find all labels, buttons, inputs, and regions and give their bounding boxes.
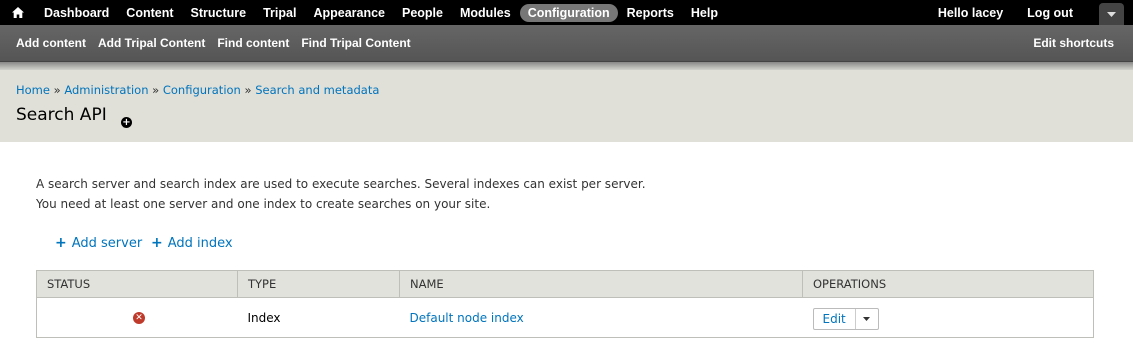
toolbar-item-reports[interactable]: Reports — [619, 4, 682, 22]
table-row: ✕ Index Default node index Edit — [36, 297, 1094, 338]
shortcut-add-icon[interactable]: + — [121, 117, 132, 128]
edit-shortcuts-link[interactable]: Edit shortcuts — [1033, 36, 1114, 50]
toolbar-item-appearance[interactable]: Appearance — [305, 4, 393, 22]
user-name[interactable]: lacey — [972, 6, 1003, 20]
toolbar-item-help[interactable]: Help — [683, 4, 726, 22]
shortcut-find-content[interactable]: Find content — [217, 36, 289, 50]
table-header-row: STATUS TYPE NAME OPERATIONS — [36, 270, 1094, 298]
description-line-1: A search server and search index are use… — [36, 177, 646, 191]
header-status[interactable]: STATUS — [36, 270, 238, 298]
logout-link[interactable]: Log out — [1027, 6, 1073, 20]
toolbar-menu: Dashboard Content Structure Tripal Appea… — [36, 3, 727, 22]
breadcrumb-home[interactable]: Home — [16, 83, 50, 97]
toolbar-item-dashboard[interactable]: Dashboard — [36, 4, 117, 22]
toolbar-item-content[interactable]: Content — [118, 4, 181, 22]
shortcut-add-tripal-content[interactable]: Add Tripal Content — [98, 36, 205, 50]
edit-button[interactable]: Edit — [814, 308, 856, 329]
add-index-label: Add index — [167, 236, 233, 251]
drawer-toggle-icon[interactable] — [1099, 3, 1124, 25]
index-name-link[interactable]: Default node index — [410, 311, 524, 325]
header-name[interactable]: NAME — [399, 270, 803, 298]
breadcrumb-administration[interactable]: Administration — [64, 83, 148, 97]
shortcuts-shadow — [0, 62, 1133, 70]
shortcut-add-content[interactable]: Add content — [16, 36, 86, 50]
page-header: Home » Administration » Configuration » … — [0, 70, 1133, 142]
plus-icon: + — [55, 235, 67, 251]
header-type[interactable]: TYPE — [237, 270, 400, 298]
toolbar-item-people[interactable]: People — [394, 4, 451, 22]
admin-toolbar: Dashboard Content Structure Tripal Appea… — [0, 0, 1133, 25]
greeting-prefix: Hello — [937, 5, 972, 20]
caret-down-icon[interactable] — [856, 309, 878, 329]
toolbar-item-modules[interactable]: Modules — [452, 4, 519, 22]
breadcrumb-separator: » — [244, 83, 252, 97]
add-server-label: Add server — [71, 236, 143, 251]
breadcrumb-configuration[interactable]: Configuration — [163, 83, 241, 97]
error-icon: ✕ — [133, 312, 145, 324]
header-operations: OPERATIONS — [802, 270, 1094, 298]
operations-cell: Edit — [802, 297, 1094, 338]
type-cell: Index — [237, 297, 400, 338]
search-api-table: STATUS TYPE NAME OPERATIONS ✕ Index Defa… — [36, 270, 1094, 338]
status-cell: ✕ — [36, 297, 238, 338]
toolbar-item-structure[interactable]: Structure — [183, 4, 255, 22]
breadcrumb-separator: » — [152, 83, 160, 97]
breadcrumb: Home » Administration » Configuration » … — [16, 83, 379, 97]
operations-dropbutton: Edit — [812, 307, 879, 330]
add-index-link[interactable]: + Add index — [151, 235, 233, 251]
toolbar-item-tripal[interactable]: Tripal — [255, 4, 304, 22]
breadcrumb-search-metadata[interactable]: Search and metadata — [255, 83, 379, 97]
page-title: Search API — [16, 105, 107, 125]
home-icon[interactable] — [0, 7, 36, 18]
name-cell: Default node index — [399, 297, 803, 338]
plus-icon: + — [151, 235, 163, 251]
shortcuts-bar: Add content Add Tripal Content Find cont… — [0, 25, 1133, 62]
add-server-link[interactable]: + Add server — [55, 235, 142, 251]
shortcut-find-tripal-content[interactable]: Find Tripal Content — [301, 36, 410, 50]
toolbar-item-configuration[interactable]: Configuration — [519, 3, 618, 22]
user-greeting: Hello lacey — [938, 6, 1003, 20]
description-line-2: You need at least one server and one ind… — [36, 197, 491, 211]
breadcrumb-separator: » — [53, 83, 61, 97]
